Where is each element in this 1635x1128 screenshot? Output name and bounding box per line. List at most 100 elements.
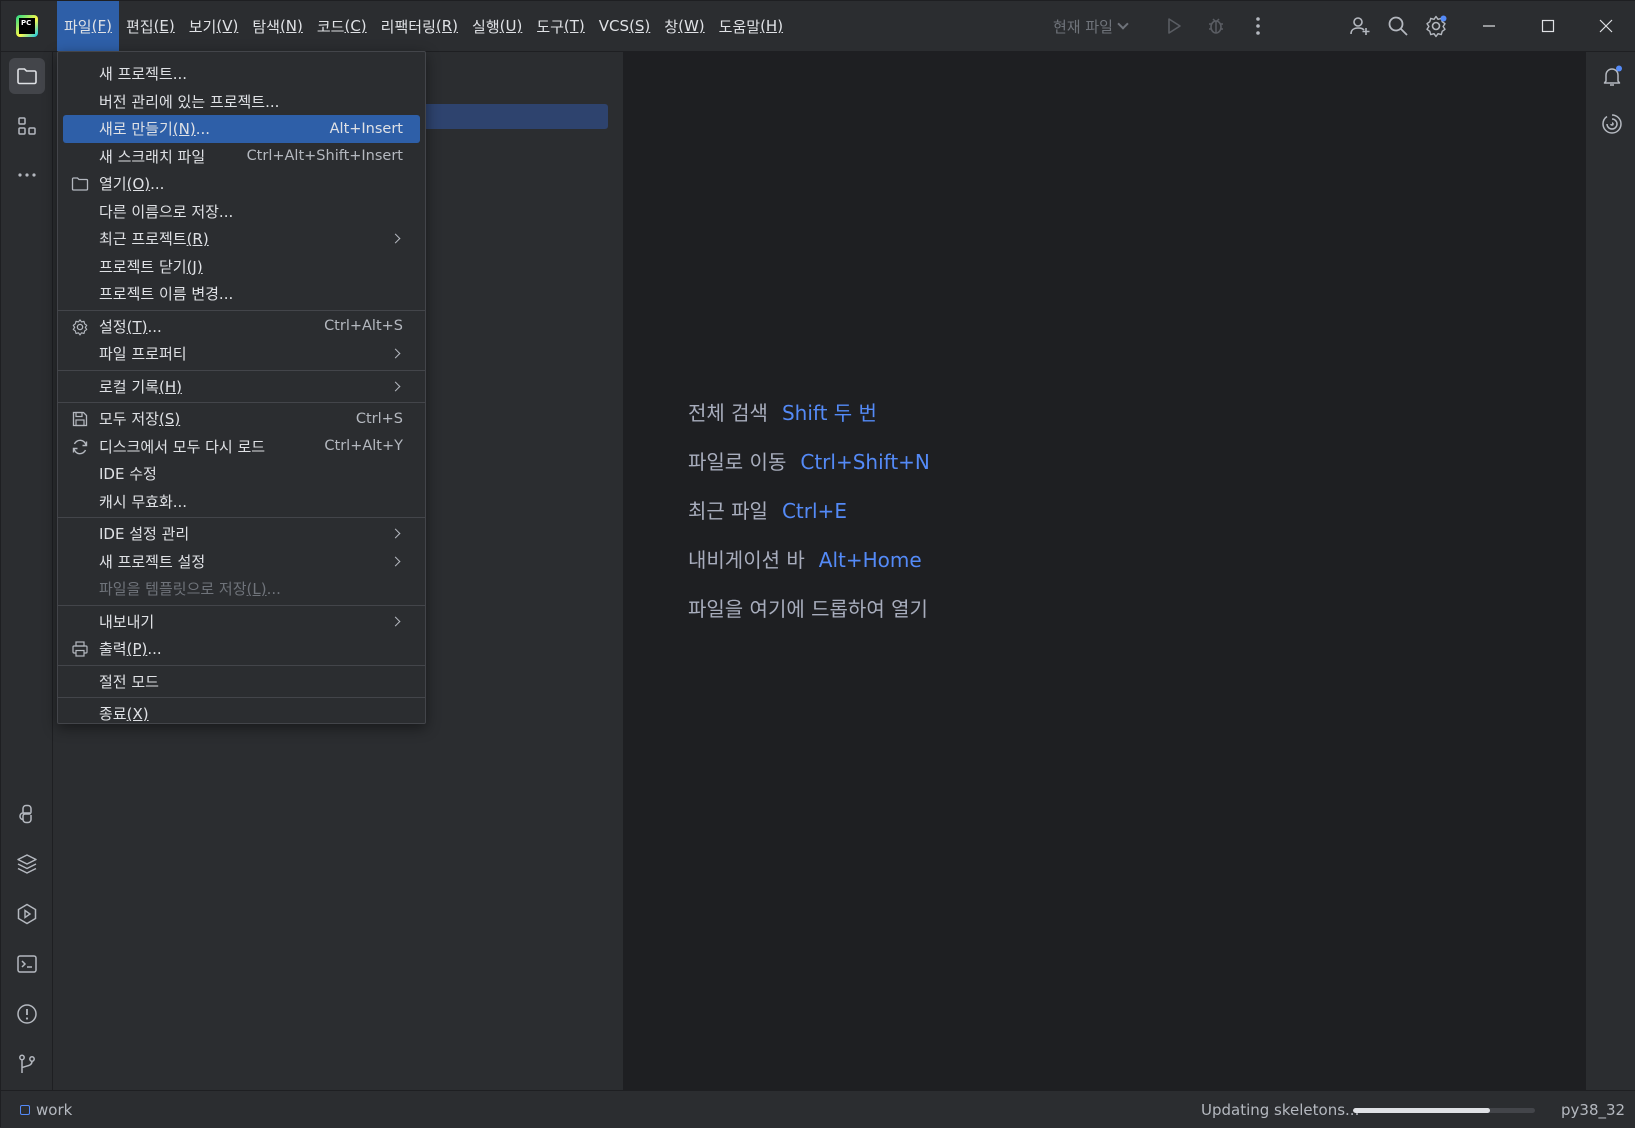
debug-icon[interactable]	[1203, 13, 1229, 39]
ai-assistant-icon[interactable]	[1594, 106, 1630, 142]
menu-도움말[interactable]: 도움말 (H)	[712, 1, 790, 51]
menu-label: 리팩터링	[380, 17, 436, 36]
file-menu-item-열기[interactable]: 열기(O)...	[63, 170, 420, 198]
problems-icon[interactable]	[9, 996, 45, 1032]
menu-label: 편집	[125, 17, 154, 36]
file-menu-item-ide-설정-관리[interactable]: IDE 설정 관리	[63, 520, 420, 548]
more-vertical-icon[interactable]	[1245, 13, 1271, 39]
hint-shortcut[interactable]: Ctrl+E	[782, 499, 847, 523]
file-menu-item-캐시-무효화[interactable]: 캐시 무효화...	[63, 488, 420, 516]
add-user-icon[interactable]	[1347, 13, 1373, 39]
chevron-right-icon	[390, 233, 401, 244]
file-menu-item-설정[interactable]: 설정(T)... Ctrl+Alt+S	[63, 313, 420, 341]
menu-item-label: 최근 프로젝트(R)	[99, 228, 392, 249]
file-menu-item-최근-프로젝트[interactable]: 최근 프로젝트(R)	[63, 225, 420, 253]
run-icon[interactable]	[1161, 13, 1187, 39]
file-menu-item-종료[interactable]: 종료(X)	[63, 700, 420, 728]
maximize-icon[interactable]	[1535, 13, 1561, 39]
search-icon[interactable]	[1385, 13, 1411, 39]
menu-item-text: 디스크에서 모두 다시 로드	[99, 437, 266, 456]
file-menu-item-모두-저장[interactable]: 모두 저장(S) Ctrl+S	[63, 405, 420, 433]
notifications-icon[interactable]	[1594, 58, 1630, 94]
menu-item-label: 캐시 무효화...	[99, 491, 403, 512]
menu-item-text: 캐시 무효화...	[99, 492, 188, 511]
save-icon	[71, 410, 89, 428]
file-menu-item-버전-관리에-있는-프로젝트[interactable]: 버전 관리에 있는 프로젝트...	[63, 88, 420, 116]
menu-리팩터링[interactable]: 리팩터링 (R)	[374, 1, 465, 51]
terminal-icon[interactable]	[9, 946, 45, 982]
ide-window: PC 파일 (F) 편집 (E) 보기 (V) 탐색 (N) 코드 (C) 리팩터링 (R) 실행 (U)…	[0, 0, 1635, 1128]
progress-fill	[1353, 1108, 1490, 1113]
menu-item-text: 파일 프로퍼티	[99, 345, 187, 364]
hint-shortcut[interactable]: Ctrl+Shift+N	[800, 450, 930, 474]
menu-item-mnemonic: (S)	[158, 410, 181, 429]
python-console-icon[interactable]	[9, 796, 45, 832]
menu-도구[interactable]: 도구 (T)	[529, 1, 591, 51]
python-packages-icon[interactable]	[9, 846, 45, 882]
project-tree-selection[interactable]	[423, 104, 608, 129]
run-config-selector[interactable]: 현재 파일	[1053, 1, 1129, 51]
menu-편집[interactable]: 편집 (E)	[119, 1, 182, 51]
services-icon[interactable]	[9, 896, 45, 932]
file-menu-item-프로젝트-이름-변경[interactable]: 프로젝트 이름 변경...	[63, 280, 420, 308]
file-menu-item-새-프로젝트[interactable]: 새 프로젝트...	[63, 60, 420, 88]
file-menu-item-새-스크래치-파일[interactable]: 새 스크래치 파일 Ctrl+Alt+Shift+Insert	[63, 143, 420, 171]
menu-item-mnemonic: (T)	[126, 317, 148, 336]
menu-item-ellipsis: ...	[266, 580, 281, 599]
file-menu-item-디스크에서-모두-다시-로드[interactable]: 디스크에서 모두 다시 로드 Ctrl+Alt+Y	[63, 433, 420, 461]
file-menu-item-내보내기[interactable]: 내보내기	[63, 608, 420, 636]
menu-item-mnemonic: (H)	[158, 377, 182, 396]
menu-item-shortcut: Alt+Insert	[329, 120, 403, 137]
menu-separator	[58, 697, 425, 698]
menu-item-ellipsis: ...	[147, 640, 162, 659]
more-tools-icon[interactable]	[9, 157, 45, 193]
hint-label: 파일로 이동	[688, 450, 787, 474]
structure-tool-icon[interactable]	[9, 108, 45, 144]
status-bar: work Updating skeletons... py38_32	[1, 1090, 1635, 1128]
menu-item-label: 다른 이름으로 저장...	[99, 201, 403, 222]
editor-hints: 전체 검색 Shift 두 번 파일로 이동 Ctrl+Shift+N 최근 파일 Ctr…	[688, 397, 930, 642]
interpreter-widget[interactable]: py38_32	[1561, 1101, 1625, 1119]
menu-파일[interactable]: 파일 (F)	[57, 1, 119, 51]
menu-item-mnemonic: (J)	[186, 257, 203, 276]
menu-label: 파일	[64, 17, 92, 36]
minimize-icon[interactable]	[1476, 13, 1502, 39]
menu-실행[interactable]: 실행 (U)	[465, 1, 529, 51]
menu-item-text: 새 스크래치 파일	[99, 147, 206, 166]
git-icon[interactable]	[9, 1046, 45, 1082]
menu-vcs[interactable]: VCS (S)	[592, 1, 658, 51]
hint-shortcut[interactable]: Shift 두 번	[782, 397, 877, 426]
progress-bar[interactable]	[1353, 1108, 1535, 1113]
file-menu-item-로컬-기록[interactable]: 로컬 기록(H)	[63, 373, 420, 401]
file-menu-item-출력[interactable]: 출력(P)...	[63, 635, 420, 663]
menu-separator	[58, 517, 425, 518]
menu-창[interactable]: 창 (W)	[657, 1, 711, 51]
file-menu-item-새로-만들기[interactable]: 새로 만들기(N)... Alt+Insert	[63, 115, 420, 143]
menu-코드[interactable]: 코드 (C)	[310, 1, 374, 51]
menu-item-label: 새 프로젝트 설정	[99, 551, 392, 572]
menu-item-label: 프로젝트 이름 변경...	[99, 283, 403, 304]
file-menu-item-ide-수정[interactable]: IDE 수정	[63, 460, 420, 488]
project-tool-icon[interactable]	[9, 58, 45, 94]
file-menu-item-새-프로젝트-설정[interactable]: 새 프로젝트 설정	[63, 548, 420, 576]
hint-shortcut[interactable]: Alt+Home	[819, 548, 922, 572]
editor-hint-2: 파일로 이동 Ctrl+Shift+N	[688, 446, 930, 495]
menu-item-label: 파일 프로퍼티	[99, 343, 392, 364]
menu-탐색[interactable]: 탐색 (N)	[245, 1, 310, 51]
hint-label: 내비게이션 바	[688, 548, 805, 572]
project-widget[interactable]: work	[20, 1101, 72, 1119]
chevron-down-icon	[1117, 18, 1129, 30]
hint-label: 최근 파일	[688, 499, 768, 523]
menu-item-label: 버전 관리에 있는 프로젝트...	[99, 91, 403, 112]
file-menu-item-다른-이름으로-저장[interactable]: 다른 이름으로 저장...	[63, 198, 420, 226]
menu-mnemonic: (N)	[279, 17, 303, 35]
pycharm-logo-icon[interactable]: PC	[16, 15, 38, 37]
editor-empty-state: 전체 검색 Shift 두 번 파일로 이동 Ctrl+Shift+N 최근 파일 Ctr…	[624, 52, 1585, 1090]
settings-icon[interactable]	[1423, 13, 1449, 39]
file-menu-item-절전-모드[interactable]: 절전 모드	[63, 668, 420, 696]
file-menu-item-파일-프로퍼티[interactable]: 파일 프로퍼티	[63, 340, 420, 368]
menu-separator	[58, 402, 425, 403]
close-icon[interactable]	[1593, 13, 1619, 39]
file-menu-item-프로젝트-닫기[interactable]: 프로젝트 닫기(J)	[63, 253, 420, 281]
menu-보기[interactable]: 보기 (V)	[182, 1, 246, 51]
